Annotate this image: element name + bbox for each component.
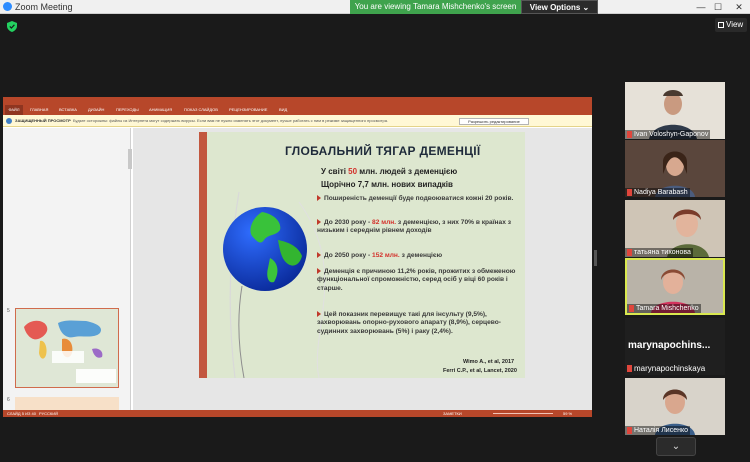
status-notes-button[interactable]: ЗАМЕТКИ (443, 410, 462, 417)
line1-post: млн. людей з деменцією (357, 167, 458, 176)
globe-icon (223, 207, 307, 291)
thumb-number: 5 (7, 308, 10, 314)
maximize-button[interactable]: ☐ (711, 0, 725, 14)
slide-bullet-1: Поширеність деменції буде подвоюватися к… (317, 195, 522, 203)
participant-name-label: Ivan Voloshyn-Gaponov (634, 131, 709, 138)
line1-num: 50 (348, 167, 358, 176)
zoom-slider[interactable] (493, 413, 553, 414)
mic-muted-icon (629, 304, 634, 312)
bullet-text: До 2030 року - (324, 219, 373, 226)
status-language[interactable]: РУССКИЙ (39, 410, 58, 417)
close-button[interactable]: ✕ (732, 0, 746, 14)
slide-citation-2: Ferri C.P., et al, Lancet, 2020 (443, 368, 517, 374)
participant-name: Ivan Voloshyn-Gaponov (625, 130, 711, 139)
slide-thumbnail-6[interactable] (15, 397, 119, 410)
participant-tile[interactable]: Наталія Лисенко (625, 378, 725, 435)
slide-accent-strip (199, 132, 207, 378)
ppt-tab-animation[interactable]: АНИМАЦИЯ (149, 105, 172, 115)
bullet-arrow-icon (317, 268, 321, 275)
enable-editing-button[interactable]: Разрешить редактирование (459, 118, 529, 125)
line1-pre: У світі (321, 167, 349, 176)
ppt-tab-view[interactable]: ВИД (279, 105, 287, 115)
status-zoom-level: 59 % (563, 411, 573, 416)
ppt-tab-review[interactable]: РЕЦЕНЗИРОВАНИЕ (229, 105, 267, 115)
participant-tile-active-speaker[interactable]: Tamara Mishchenko (625, 258, 725, 315)
participant-name: Наталія Лисенко (625, 426, 690, 435)
participant-name-label: татьяна тихонова (634, 249, 691, 256)
participant-name-label: Nadiya Barabash (634, 189, 688, 196)
thumbnails-scrollbar[interactable] (128, 149, 132, 169)
mic-muted-icon (627, 188, 632, 196)
bullet-text: Поширеність деменції буде подвоюватися к… (324, 195, 514, 202)
zoom-app-icon (3, 2, 12, 11)
bullet-text: Цей показник перевищує такі для інсульту… (317, 311, 501, 335)
ppt-tab-insert[interactable]: ВСТАВКА (59, 105, 77, 115)
ppt-file-tab[interactable]: ФАЙЛ (5, 105, 23, 115)
slide-line-2: Щорічно 7,7 млн. нових випадків (321, 180, 453, 189)
ppt-tab-design[interactable]: ДИЗАЙН (88, 105, 104, 115)
slide-bullet-4: Деменція є причиною 11,2% років, прожити… (317, 268, 522, 293)
bullet-arrow-icon (317, 219, 321, 226)
participant-name: татьяна тихонова (625, 248, 693, 257)
participant-tile[interactable]: Nadiya Barabash (625, 140, 725, 197)
panel-divider-handle[interactable] (594, 250, 597, 266)
participant-name: Tamara Mishchenko (627, 304, 701, 313)
world-map-thumbnail-icon (18, 313, 118, 383)
view-layout-label: View (726, 20, 744, 29)
participant-name-label: Наталія Лисенко (634, 427, 688, 434)
bullet-text: До 2050 року - (324, 252, 373, 259)
minimize-button[interactable]: — (694, 0, 708, 14)
slide-line-1: У світі 50 млн. людей з деменцією (321, 167, 457, 177)
bullet-highlight: 82 млн. (372, 219, 397, 226)
participant-display-name: marynapochins... (628, 340, 711, 351)
ppt-tab-transitions[interactable]: ПЕРЕХОДЫ (116, 105, 139, 115)
participant-name-label: Tamara Mishchenko (636, 305, 699, 312)
mic-muted-icon (627, 365, 632, 373)
thumb-number: 6 (7, 397, 10, 403)
ppt-titlebar (3, 97, 592, 105)
encryption-shield-icon[interactable] (7, 21, 17, 32)
mic-muted-icon (627, 248, 632, 256)
view-options-label: View Options (529, 3, 581, 12)
ppt-tab-slideshow[interactable]: ПОКАЗ СЛАЙДОВ (184, 105, 218, 115)
scroll-down-chevron-icon[interactable]: ⌄ (656, 437, 696, 456)
globe-stem-icon (238, 286, 245, 378)
participant-name: Nadiya Barabash (625, 188, 690, 197)
bullet-text: Деменція є причиною 11,2% років, прожити… (317, 268, 516, 292)
grid-icon (718, 22, 724, 28)
protected-view-label: ЗАЩИЩЕННЫЙ ПРОСМОТР (15, 118, 71, 123)
participant-name: marynapochinskaya (627, 364, 705, 373)
mic-muted-icon (627, 130, 632, 138)
bullet-arrow-icon (317, 252, 321, 259)
slide-citation-1: Wimo A., et al, 2017 (463, 359, 515, 365)
slide-title: ГЛОБАЛЬНИЙ ТЯГАР ДЕМЕНЦІЇ (285, 144, 481, 158)
participant-tile[interactable]: татьяна тихонова (625, 200, 725, 257)
bullet-arrow-icon (317, 195, 321, 202)
ppt-tab-home[interactable]: ГЛАВНАЯ (30, 105, 48, 115)
slide-bullet-2: До 2030 року - 82 млн. з деменцією, з ни… (317, 219, 522, 236)
bullet-text-tail: з деменцією (399, 252, 443, 259)
shield-info-icon (6, 118, 12, 124)
mic-muted-icon (627, 426, 632, 434)
view-layout-button[interactable]: View (715, 18, 747, 32)
protected-view-message: Будьте осторожны: файлы из Интернета мог… (73, 118, 389, 123)
participant-name-label: marynapochinskaya (634, 364, 706, 373)
screen-share-banner: You are viewing Tamara Mishchenko's scre… (350, 0, 521, 14)
participant-tile[interactable]: Ivan Voloshyn-Gaponov (625, 82, 725, 139)
window-title: Zoom Meeting (15, 2, 73, 12)
bullet-arrow-icon (317, 311, 321, 318)
slide-bullet-5: Цей показник перевищує такі для інсульту… (317, 311, 522, 336)
slide-bullet-3: До 2050 року - 152 млн. з деменцією (317, 252, 522, 260)
view-options-button[interactable]: View Options ⌄ (521, 0, 598, 14)
status-slide-counter: СЛАЙД 5 ИЗ 40 (7, 411, 36, 416)
bullet-highlight: 152 млн. (372, 252, 400, 259)
slide-thumbnail-5[interactable] (15, 308, 119, 388)
